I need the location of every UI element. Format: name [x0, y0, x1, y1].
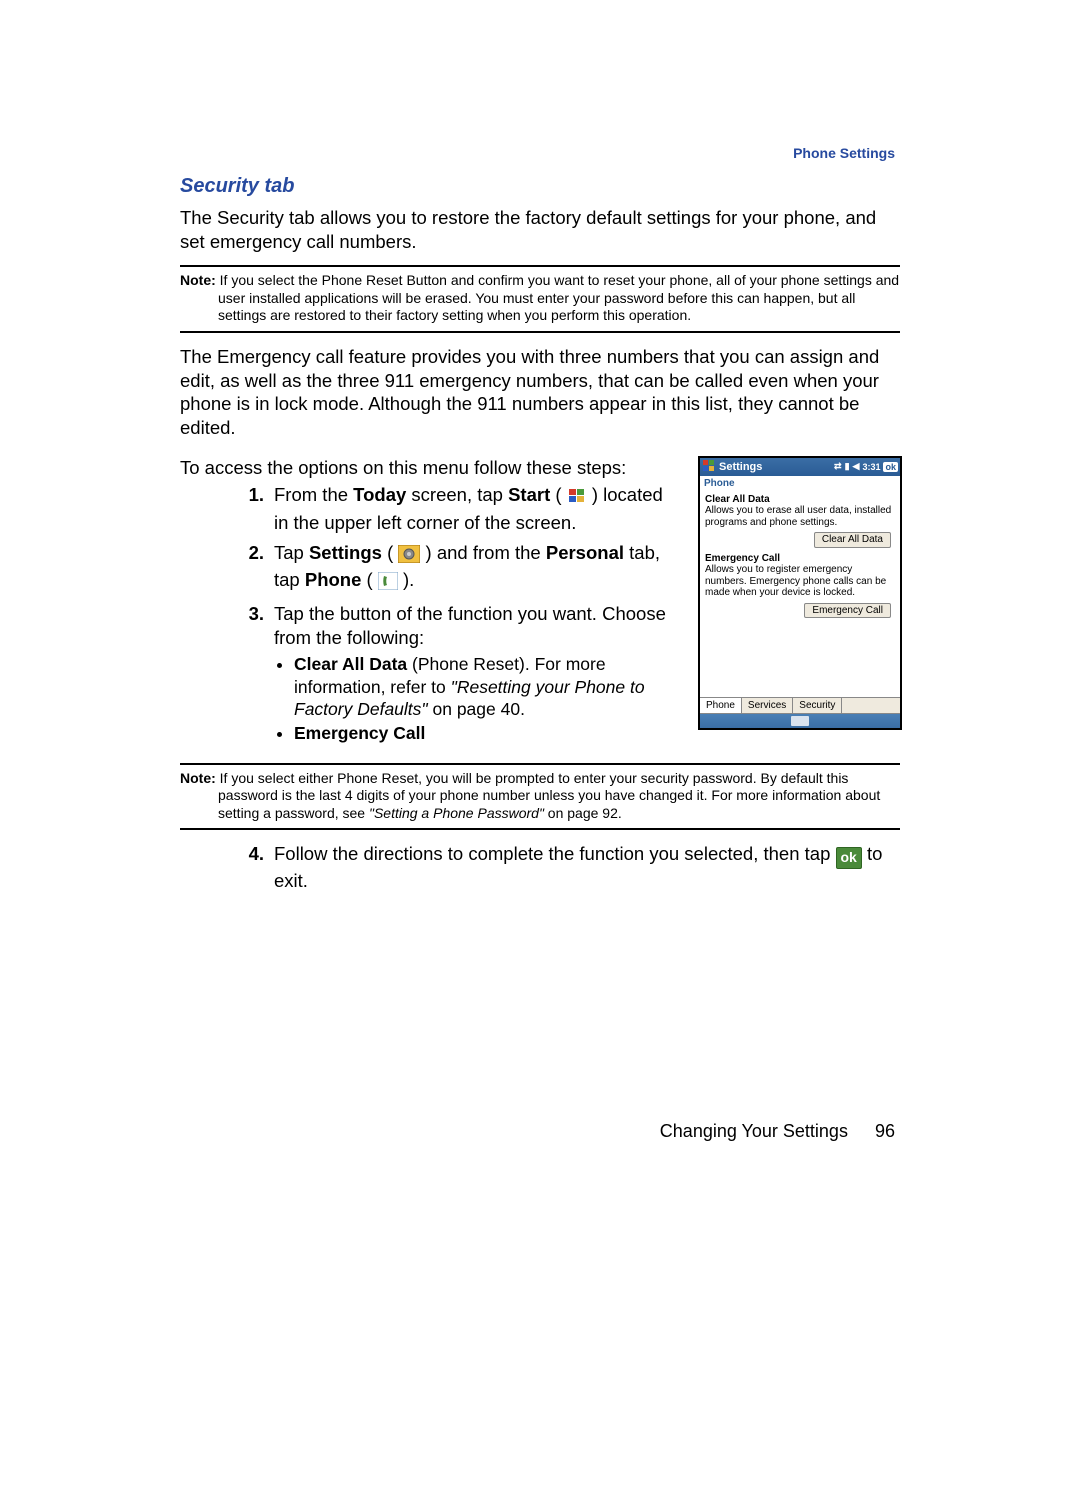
titlebar-ok: ok	[883, 462, 898, 472]
step-4: Follow the directions to complete the fu…	[274, 842, 900, 893]
section-title: Security tab	[180, 175, 900, 198]
ok-icon: ok	[836, 847, 862, 869]
page-footer: Changing Your Settings 96	[660, 1121, 895, 1142]
settings-icon	[398, 545, 420, 569]
ec-desc: Allows you to register emergency numbers…	[705, 564, 895, 599]
device-title: Settings	[719, 461, 834, 473]
emergency-call-button: Emergency Call	[804, 603, 891, 619]
note-2-text-b: on page 92.	[544, 805, 622, 821]
sub-bullets: Clear All Data (Phone Reset). For more i…	[274, 653, 680, 745]
intro-paragraph: The Security tab allows you to restore t…	[180, 206, 900, 253]
device-time: 3:31	[862, 462, 880, 472]
footer-chapter: Changing Your Settings	[660, 1121, 848, 1141]
steps-list-cont: 4. Follow the directions to complete the…	[180, 842, 900, 893]
step-1: From the Today screen, tap Start ( ) loc…	[274, 483, 680, 534]
paragraph-3: To access the options on this menu follo…	[180, 456, 680, 480]
tab-security: Security	[793, 698, 842, 713]
device-subheader: Phone	[700, 476, 900, 491]
keyboard-icon	[791, 716, 809, 726]
windows-start-icon	[702, 459, 715, 475]
signal-icon: ▮	[845, 461, 850, 472]
device-screenshot: Settings ⇄ ▮ ◀ 3:31 ok Phone Clear All D…	[698, 456, 902, 731]
note-1-text: If you select the Phone Reset Button and…	[218, 272, 899, 323]
phone-icon	[378, 572, 398, 596]
step-number: 3.	[180, 602, 274, 747]
sub-bullet-clear-all: Clear All Data (Phone Reset). For more i…	[294, 653, 680, 720]
ec-heading: Emergency Call	[705, 553, 895, 565]
cad-desc: Allows you to erase all user data, insta…	[705, 505, 895, 528]
sub-bullet-emergency: Emergency Call	[294, 722, 680, 744]
tab-services: Services	[742, 698, 793, 713]
tab-phone: Phone	[700, 698, 742, 713]
note-2-ref: "Setting a Phone Password"	[369, 805, 544, 821]
steps-list: 1. From the Today screen, tap Start ( ) …	[180, 483, 680, 747]
paragraph-2: The Emergency call feature provides you …	[180, 345, 900, 440]
start-icon	[567, 487, 587, 511]
clear-all-data-button: Clear All Data	[814, 532, 891, 548]
device-titlebar: Settings ⇄ ▮ ◀ 3:31 ok	[700, 458, 900, 476]
note-block-2: Note: If you select either Phone Reset, …	[180, 763, 900, 831]
note-block-1: Note: If you select the Phone Reset Butt…	[180, 265, 900, 333]
note-label: Note:	[180, 272, 216, 288]
page-header-section: Phone Settings	[793, 145, 895, 161]
step-number: 4.	[180, 842, 274, 893]
sip-bar	[700, 713, 900, 728]
cad-heading: Clear All Data	[705, 494, 895, 506]
device-tabs: Phone Services Security	[700, 697, 900, 713]
step-3: Tap the button of the function you want.…	[274, 602, 680, 747]
connectivity-icon: ⇄	[834, 461, 842, 472]
note-label: Note:	[180, 770, 216, 786]
step-number: 1.	[180, 483, 274, 534]
step-2: Tap Settings ( ) and from the Personal t…	[274, 541, 680, 596]
footer-page-number: 96	[875, 1121, 895, 1141]
step-number: 2.	[180, 541, 274, 596]
volume-icon: ◀	[853, 461, 860, 472]
